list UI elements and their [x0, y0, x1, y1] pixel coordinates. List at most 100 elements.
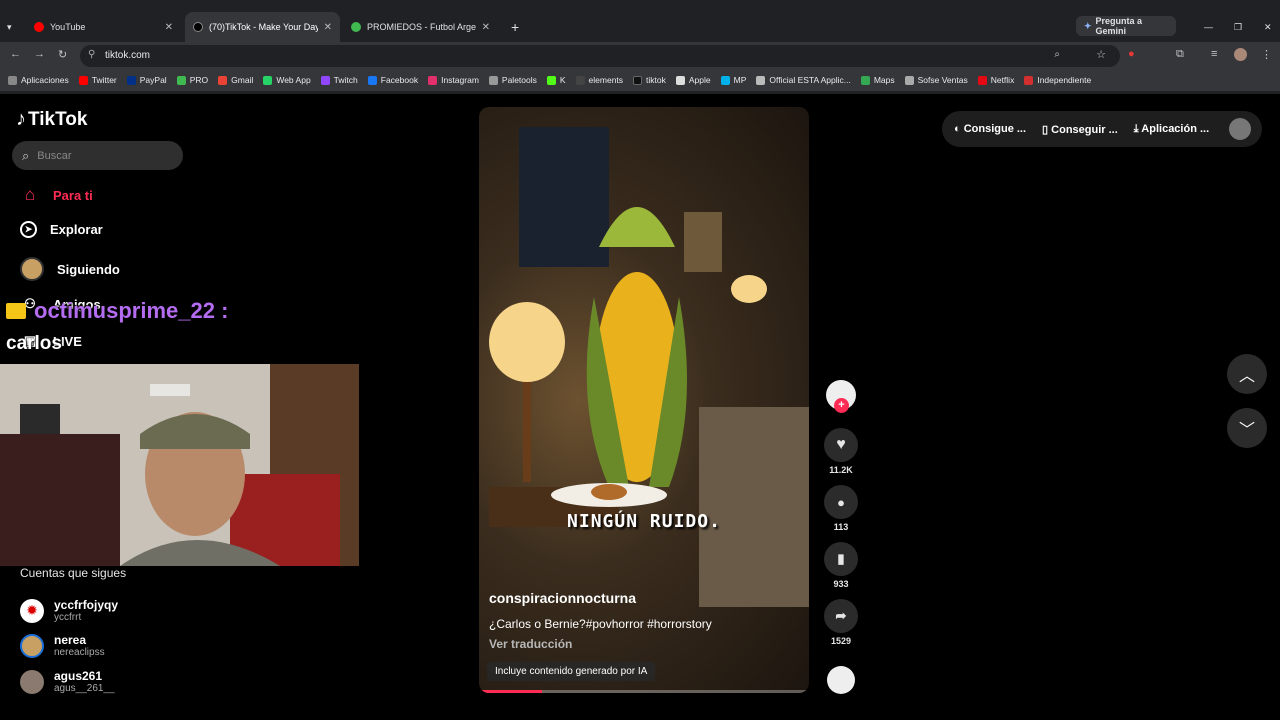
bookmark-esta[interactable]: Official ESTA Applic... [756, 75, 851, 85]
bookmark-label: K [559, 75, 566, 85]
forward-icon[interactable]: → [34, 48, 45, 60]
bookmark-independiente[interactable]: Independiente [1024, 75, 1091, 85]
bookmark-sofse[interactable]: Sofse Ventas [904, 75, 968, 85]
following-account[interactable]: agus261 agus__261__ [20, 669, 115, 694]
profile-avatar[interactable] [1234, 48, 1247, 61]
tiktok-icon [193, 22, 203, 32]
save-button[interactable]: ▮ 933 [822, 542, 860, 589]
tab-promiedos[interactable]: PROMIEDOS - Futbol Argentina ✕ [343, 12, 498, 42]
bookmark-label: Instagram [441, 75, 479, 85]
media-icon[interactable]: ≡ [1211, 48, 1217, 60]
nav-label: Explorar [50, 222, 103, 237]
save-count: 933 [833, 579, 849, 589]
menu-icon[interactable]: ⋮ [1261, 48, 1272, 61]
desktop-app-button[interactable]: ⤓ Aplicación ... [1134, 123, 1209, 136]
site-info-icon[interactable]: ⚲ [88, 49, 95, 60]
tab-title: PROMIEDOS - Futbol Argentina [367, 22, 476, 32]
tiktok-icon: ♪ [16, 108, 26, 130]
window-close-button[interactable]: ✕ [1256, 12, 1280, 42]
video-player[interactable]: NINGÚN RUIDO. conspiracionnocturna ¿Carl… [479, 107, 809, 693]
video-progress-bar[interactable] [479, 690, 809, 693]
next-video-button[interactable]: ﹀ [1227, 408, 1267, 448]
bookmark-label: Web App [276, 75, 311, 85]
bookmark-k[interactable]: K [546, 75, 566, 85]
following-account[interactable]: ✹ yccfrfojyqy yccfrrt [20, 598, 118, 623]
get-coins-button[interactable]: ◐ Consigue ... [954, 123, 1026, 135]
header-actions: ◐ Consigue ... ▯ Conseguir ... ⤓ Aplicac… [942, 111, 1262, 147]
avatar [20, 257, 44, 281]
search-input[interactable]: ⌕ Buscar [12, 141, 183, 170]
tab-list-button[interactable]: ▾ [4, 12, 22, 42]
extension-icon[interactable]: ● [1128, 48, 1135, 60]
zoom-icon[interactable]: ⌕ [1054, 49, 1060, 60]
bookmark-gmail[interactable]: Gmail [218, 75, 253, 85]
comment-button[interactable]: ● 113 [822, 485, 860, 532]
back-icon[interactable]: ← [10, 48, 21, 60]
promiedos-icon [351, 22, 361, 32]
bookmark-paletools[interactable]: Paletools [488, 75, 537, 85]
author-avatar-button[interactable]: + [822, 380, 860, 413]
video-author[interactable]: conspiracionnocturna [489, 590, 636, 606]
minimize-button[interactable]: — [1196, 12, 1221, 42]
bookmark-apple[interactable]: Apple [675, 75, 711, 85]
bookmark-icon: ▮ [824, 542, 858, 576]
close-icon[interactable]: ✕ [482, 22, 490, 33]
sound-avatar[interactable] [822, 666, 860, 694]
new-tab-button[interactable]: + [503, 12, 523, 42]
video-description: ¿Carlos o Bernie?#povhorror #horrorstory [489, 617, 712, 631]
bookmark-mp[interactable]: MP [720, 75, 746, 85]
bookmark-twitch[interactable]: Twitch [320, 75, 358, 85]
bookmark-paypal[interactable]: PayPal [126, 75, 167, 85]
following-account[interactable]: nerea nereaclipss [20, 633, 105, 658]
bookmark-netflix[interactable]: Netflix [977, 75, 1014, 85]
get-app-button[interactable]: ▯ Conseguir ... [1042, 123, 1118, 136]
bookmark-webapp[interactable]: Web App [263, 75, 311, 85]
share-button[interactable]: ➦ 1529 [822, 599, 860, 646]
bookmark-maps[interactable]: Maps [860, 75, 895, 85]
extensions-icon[interactable]: ⧉ [1176, 48, 1184, 61]
bookmark-label: Gmail [231, 75, 254, 85]
previous-video-button[interactable]: ︿ [1227, 354, 1267, 394]
nav-para-ti[interactable]: ⌂ Para ti [20, 185, 93, 205]
bookmark-facebook[interactable]: Facebook [367, 75, 418, 85]
ai-content-badge: Incluye contenido generado por IA [487, 662, 656, 681]
gemini-label: Pregunta a Gemini [1095, 16, 1143, 36]
gemini-button[interactable]: ✦ Pregunta a Gemini [1076, 16, 1176, 36]
nav-label: Para ti [53, 187, 93, 203]
toolbar: ← → ↻ ⚲ tiktok.com ⌕ ☆ ● ⧉ ≡ ⋮ [0, 42, 1280, 69]
tab-youtube[interactable]: YouTube ✕ [26, 12, 181, 42]
bookmark-aplicaciones[interactable]: Aplicaciones [8, 75, 69, 85]
tab-title: YouTube [50, 22, 86, 32]
account-handle: agus__261__ [54, 683, 115, 694]
bookmark-pro[interactable]: PRO [176, 75, 209, 85]
close-icon[interactable]: ✕ [165, 22, 173, 33]
bookmark-label: elements [588, 75, 624, 85]
nav-explorar[interactable]: ➤ Explorar [20, 221, 103, 238]
nav-siguiendo[interactable]: Siguiendo [20, 257, 120, 281]
follow-plus-icon[interactable]: + [834, 398, 849, 413]
restore-button[interactable]: ❐ [1226, 12, 1250, 42]
account-name: yccfrfojyqy [54, 598, 119, 612]
translate-link[interactable]: Ver traducción [489, 637, 572, 651]
reload-icon[interactable]: ↻ [58, 48, 67, 61]
address-bar[interactable]: ⚲ tiktok.com ⌕ ☆ [80, 45, 1120, 67]
bookmark-twitter[interactable]: Twitter [78, 75, 117, 85]
crown-icon [6, 303, 26, 319]
bookmark-label: Maps [873, 75, 895, 85]
tab-tiktok[interactable]: (70)TikTok - Make Your Day ✕ [185, 12, 340, 42]
webcam-image [0, 364, 359, 566]
like-button[interactable]: ♥ 11.2K [822, 428, 860, 475]
tab-title: (70)TikTok - Make Your Day [209, 22, 318, 32]
star-icon[interactable]: ☆ [1096, 48, 1106, 61]
bookmark-elements[interactable]: elements [575, 75, 624, 85]
close-icon[interactable]: ✕ [324, 22, 332, 33]
bookmark-label: Aplicaciones [21, 75, 69, 85]
bookmark-label: Paletools [501, 75, 537, 85]
profile-avatar[interactable] [1229, 118, 1252, 140]
tiktok-logo[interactable]: ♪ TikTok [16, 108, 87, 131]
bookmark-instagram[interactable]: Instagram [428, 75, 479, 85]
bookmark-label: PRO [189, 75, 209, 85]
youtube-icon [34, 22, 44, 32]
following-heading: Cuentas que sigues [20, 566, 127, 580]
bookmark-tiktok[interactable]: tiktok [633, 75, 666, 85]
